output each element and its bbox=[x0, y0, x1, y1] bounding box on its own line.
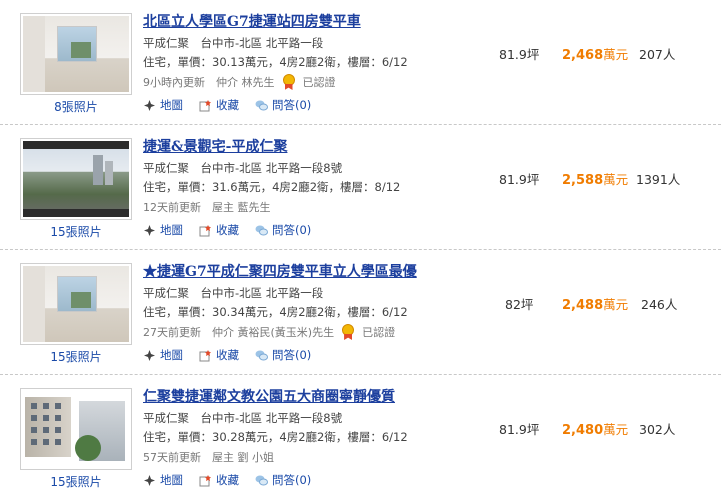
qa-button[interactable]: 問答(0) bbox=[255, 97, 311, 113]
photo-count-link[interactable]: 8張照片 bbox=[20, 98, 132, 115]
listing-actions: 地圖 收藏 問答(0) bbox=[143, 472, 311, 488]
listing-update: 57天前更新 屋主 劉 小姐 bbox=[143, 449, 274, 465]
listing-title-link[interactable]: 捷運&景觀宅-平成仁聚 bbox=[143, 136, 287, 156]
listing-thumbnail[interactable] bbox=[20, 388, 132, 470]
map-button[interactable]: 地圖 bbox=[143, 347, 183, 363]
listing-update: 12天前更新 屋主 藍先生 bbox=[143, 199, 271, 215]
certified-label: 已認證 bbox=[362, 326, 396, 339]
listing-update: 9小時內更新 仲介 林先生 已認證 bbox=[143, 74, 336, 90]
qa-icon bbox=[255, 100, 268, 110]
listing-area: 82坪 bbox=[505, 297, 534, 312]
listing-price: 2,488萬元 bbox=[562, 297, 629, 313]
listing-price: 2,468萬元 bbox=[562, 47, 629, 63]
listing-views: 207人 bbox=[639, 47, 676, 62]
listing-location: 平成仁聚 台中市-北區 北平路一段 bbox=[143, 36, 324, 50]
listing-area: 81.9坪 bbox=[499, 172, 540, 187]
qa-button[interactable]: 問答(0) bbox=[255, 347, 311, 363]
certified-medal-icon bbox=[340, 324, 356, 340]
listing-item: 8張照片 北區立人學區G7捷運站四房雙平車 平成仁聚 台中市-北區 北平路一段 … bbox=[0, 0, 721, 125]
listing-price: 2,588萬元 bbox=[562, 172, 629, 188]
listing-item: 15張照片 捷運&景觀宅-平成仁聚 平成仁聚 台中市-北區 北平路一段8號 住宅… bbox=[0, 125, 721, 250]
map-icon bbox=[144, 349, 155, 361]
listing-thumbnail[interactable] bbox=[20, 13, 132, 95]
map-icon bbox=[144, 224, 155, 236]
listing-thumbnail[interactable] bbox=[20, 263, 132, 345]
listing-item: 15張照片 ★捷運G7平成仁聚四房雙平車立人學區最優 平成仁聚 台中市-北區 北… bbox=[0, 250, 721, 375]
map-button[interactable]: 地圖 bbox=[143, 222, 183, 238]
favorite-button[interactable]: 收藏 bbox=[199, 222, 239, 238]
map-button[interactable]: 地圖 bbox=[143, 472, 183, 488]
listing-area: 81.9坪 bbox=[499, 422, 540, 437]
listing-list: 8張照片 北區立人學區G7捷運站四房雙平車 平成仁聚 台中市-北區 北平路一段 … bbox=[0, 0, 721, 500]
listing-details: 住宅，單價：30.28萬元，4房2廳2衛，樓層：6/12 bbox=[143, 430, 408, 444]
photo-count-link[interactable]: 15張照片 bbox=[20, 348, 132, 365]
update-text: 57天前更新 屋主 劉 小姐 bbox=[143, 451, 274, 464]
qa-icon bbox=[255, 475, 268, 485]
listing-item: 15張照片 仁聚雙捷運鄰文教公園五大商圈寧靜優質 平成仁聚 台中市-北區 北平路… bbox=[0, 375, 721, 500]
favorite-button[interactable]: 收藏 bbox=[199, 472, 239, 488]
qa-icon bbox=[255, 350, 268, 360]
listing-details: 住宅，單價：30.34萬元，4房2廳2衛，樓層：6/12 bbox=[143, 305, 408, 319]
listing-actions: 地圖 收藏 問答(0) bbox=[143, 347, 311, 363]
update-text: 27天前更新 仲介 黃裕民(黃玉米)先生 bbox=[143, 326, 335, 339]
listing-views: 302人 bbox=[639, 422, 676, 437]
listing-price: 2,480萬元 bbox=[562, 422, 629, 438]
listing-views: 246人 bbox=[641, 297, 678, 312]
photo-count-link[interactable]: 15張照片 bbox=[20, 473, 132, 490]
listing-title-link[interactable]: 北區立人學區G7捷運站四房雙平車 bbox=[143, 11, 361, 31]
listing-thumbnail[interactable] bbox=[20, 138, 132, 220]
favorite-icon bbox=[199, 99, 211, 111]
listing-location: 平成仁聚 台中市-北區 北平路一段 bbox=[143, 286, 324, 300]
listing-details: 住宅，單價：31.6萬元，4房2廳2衛，樓層：8/12 bbox=[143, 180, 401, 194]
favorite-icon bbox=[199, 224, 211, 236]
favorite-button[interactable]: 收藏 bbox=[199, 97, 239, 113]
listing-actions: 地圖 收藏 問答(0) bbox=[143, 222, 311, 238]
map-icon bbox=[144, 99, 155, 111]
qa-button[interactable]: 問答(0) bbox=[255, 472, 311, 488]
listing-update: 27天前更新 仲介 黃裕民(黃玉米)先生 已認證 bbox=[143, 324, 395, 340]
listing-title-link[interactable]: ★捷運G7平成仁聚四房雙平車立人學區最優 bbox=[143, 261, 417, 281]
map-button[interactable]: 地圖 bbox=[143, 97, 183, 113]
map-icon bbox=[144, 474, 155, 486]
favorite-button[interactable]: 收藏 bbox=[199, 347, 239, 363]
listing-area: 81.9坪 bbox=[499, 47, 540, 62]
listing-details: 住宅，單價：30.13萬元，4房2廳2衛，樓層：6/12 bbox=[143, 55, 408, 69]
photo-count-link[interactable]: 15張照片 bbox=[20, 223, 132, 240]
update-text: 9小時內更新 仲介 林先生 bbox=[143, 76, 275, 89]
certified-label: 已認證 bbox=[302, 76, 336, 89]
listing-views: 1391人 bbox=[636, 172, 681, 187]
listing-location: 平成仁聚 台中市-北區 北平路一段8號 bbox=[143, 411, 343, 425]
listing-actions: 地圖 收藏 問答(0) bbox=[143, 97, 311, 113]
qa-button[interactable]: 問答(0) bbox=[255, 222, 311, 238]
certified-medal-icon bbox=[281, 74, 297, 90]
update-text: 12天前更新 屋主 藍先生 bbox=[143, 201, 271, 214]
listing-location: 平成仁聚 台中市-北區 北平路一段8號 bbox=[143, 161, 343, 175]
favorite-icon bbox=[199, 474, 211, 486]
listing-title-link[interactable]: 仁聚雙捷運鄰文教公園五大商圈寧靜優質 bbox=[143, 386, 395, 406]
qa-icon bbox=[255, 225, 268, 235]
favorite-icon bbox=[199, 349, 211, 361]
